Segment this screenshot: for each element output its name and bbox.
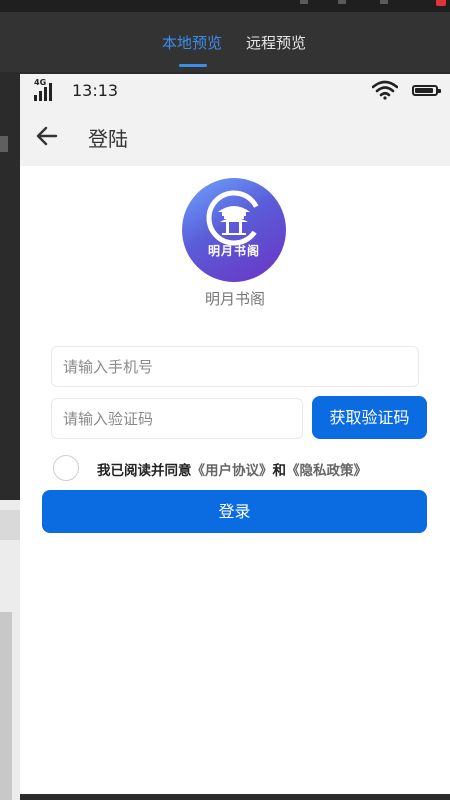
nav-bar: 登陆 xyxy=(20,108,450,166)
pavilion-icon xyxy=(206,190,262,246)
back-arrow-icon[interactable] xyxy=(34,123,60,149)
privacy-policy-link[interactable]: 《隐私政策》 xyxy=(286,463,367,479)
side-panel-fragment xyxy=(0,136,8,152)
phone-input[interactable] xyxy=(52,347,418,386)
user-agreement-link[interactable]: 《用户协议》 xyxy=(192,463,273,479)
editor-top-strip xyxy=(0,0,450,12)
toolbar-glyph xyxy=(380,0,388,4)
network-type: 4G xyxy=(34,78,47,87)
side-panel-fragment xyxy=(0,510,20,540)
agreement-row: 我已阅读并同意《用户协议》和《隐私政策》 xyxy=(53,454,443,482)
page-title: 登陆 xyxy=(88,127,128,151)
toolbar-glyph xyxy=(338,0,346,4)
side-panel-fragment xyxy=(0,612,12,800)
app-logo: 明月书阁 xyxy=(182,178,286,282)
active-tab-indicator xyxy=(179,64,207,67)
logo-text: 明月书阁 xyxy=(207,244,260,258)
agreement-and: 和 xyxy=(272,463,287,479)
tab-local-preview[interactable]: 本地预览 xyxy=(162,32,222,53)
battery-icon xyxy=(412,85,441,96)
phone-field[interactable] xyxy=(51,346,419,387)
phone-screen: 4G 13:13 登陆 明月书阁 明月书阁 请输入手机号 请输入验证码 获取验证… xyxy=(20,74,450,794)
agreement-prefix: 我已阅读并同意 xyxy=(97,463,192,479)
app-name: 明月书阁 xyxy=(204,290,265,308)
agreement-checkbox[interactable] xyxy=(53,455,79,481)
login-button[interactable]: 登录 xyxy=(42,490,427,533)
signal-icon: 4G xyxy=(32,78,58,101)
wifi-icon xyxy=(371,80,399,104)
preview-tabs: 本地预览 远程预览 xyxy=(0,12,450,72)
get-code-button[interactable]: 获取验证码 xyxy=(312,396,427,439)
verification-code-input[interactable] xyxy=(52,399,302,438)
status-time: 13:13 xyxy=(72,81,119,100)
status-bar: 4G 13:13 xyxy=(20,74,450,108)
toolbar-glyph xyxy=(300,0,308,4)
tab-remote-preview[interactable]: 远程预览 xyxy=(246,32,306,53)
agreement-text: 我已阅读并同意《用户协议》和《隐私政策》 xyxy=(97,459,367,479)
verification-code-field[interactable] xyxy=(51,398,303,439)
notification-indicator xyxy=(436,0,446,6)
